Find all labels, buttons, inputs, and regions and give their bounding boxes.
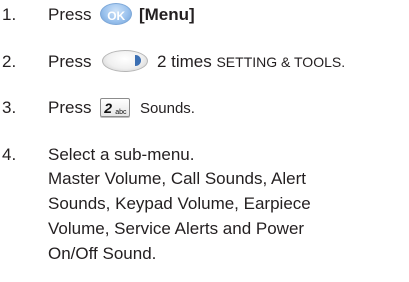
ok-key-label: OK [107, 9, 126, 24]
submenu-line: On/Off Sound. [48, 244, 157, 263]
submenu-list: Master Volume, Call Sounds, Alert Sounds… [48, 166, 406, 266]
menu-label: [Menu] [138, 5, 195, 24]
submenu-line: Master Volume, Call Sounds, Alert [48, 169, 306, 188]
press-text: Press [48, 5, 92, 24]
step-content: Press 2 times SETTING & TOOLS. [48, 50, 406, 73]
step-number: 3. [2, 98, 17, 117]
step-number: 2. [2, 52, 17, 71]
nav-right-key-icon [102, 50, 149, 73]
step-content: Press 2 abc Sounds. [48, 97, 406, 119]
step-number: 4. [2, 145, 17, 164]
step-content: Select a sub-menu. [48, 145, 195, 164]
key-2-icon: 2 abc [100, 97, 131, 117]
press-text: Press [48, 98, 92, 117]
setting-tools-label: SETTING & TOOLS. [216, 54, 346, 70]
key-letters: abc [115, 108, 127, 116]
step-number: 1. [2, 5, 17, 24]
ok-key-icon: OK [100, 3, 133, 26]
key-digit: 2 [104, 99, 112, 116]
submenu-line: Sounds, Keypad Volume, Earpiece [48, 194, 311, 213]
step-content: Press OK [Menu] [48, 3, 406, 26]
sounds-label: Sounds. [139, 100, 195, 117]
times-text: 2 times [156, 52, 212, 71]
press-text: Press [48, 52, 92, 71]
submenu-line: Volume, Service Alerts and Power [48, 219, 305, 238]
